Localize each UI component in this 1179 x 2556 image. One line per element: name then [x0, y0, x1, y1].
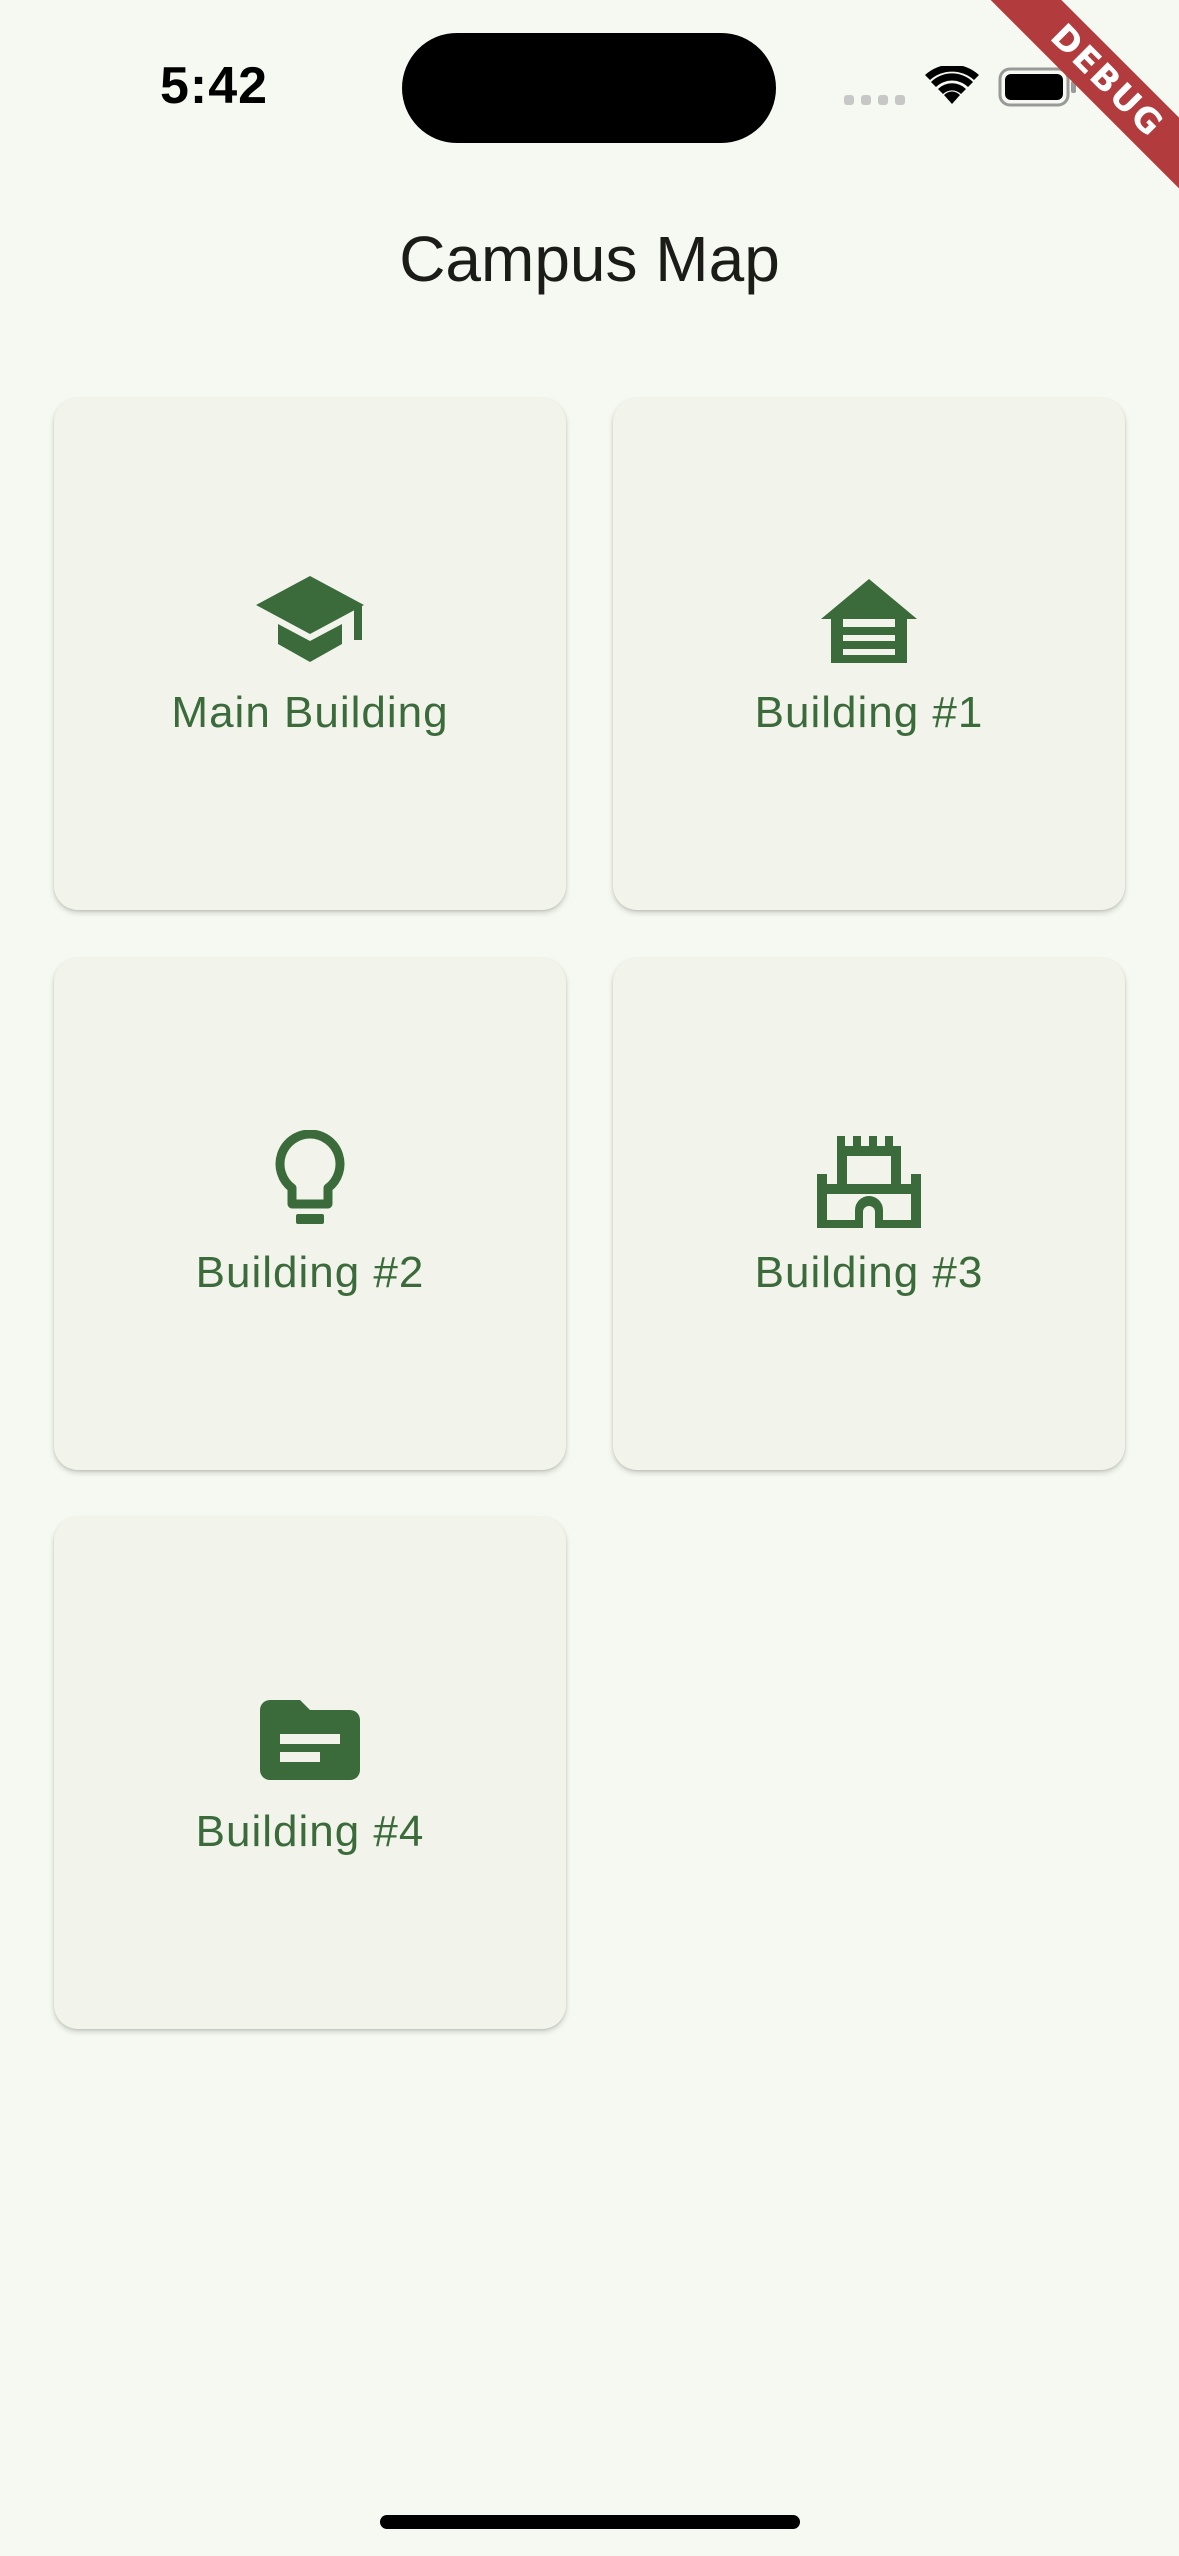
status-time: 5:42: [160, 57, 269, 115]
card-label: Building #3: [754, 1248, 984, 1297]
school-icon: [54, 574, 566, 666]
card-label: Building #1: [754, 688, 984, 737]
battery-icon: [998, 67, 1076, 107]
page-title: Campus Map: [399, 223, 780, 295]
card-building-2[interactable]: Building #2: [54, 958, 566, 1470]
debug-banner: DEBUG: [919, 0, 1179, 260]
dynamic-island: [402, 33, 776, 143]
garage-icon: [613, 574, 1125, 666]
card-building-4[interactable]: Building #4: [54, 1517, 566, 2029]
card-main-building[interactable]: Main Building: [54, 398, 566, 910]
home-indicator[interactable]: [380, 2515, 800, 2529]
castle-icon: [613, 1134, 1125, 1228]
lightbulb-icon: [54, 1130, 566, 1226]
card-label: Building #4: [195, 1807, 425, 1856]
wifi-icon: [925, 66, 979, 104]
topic-folder-icon: [54, 1693, 566, 1785]
card-label: Main Building: [171, 688, 449, 737]
card-building-3[interactable]: Building #3: [613, 958, 1125, 1470]
card-label: Building #2: [195, 1248, 425, 1297]
card-building-1[interactable]: Building #1: [613, 398, 1125, 910]
cellular-signal-icon: [844, 95, 905, 105]
